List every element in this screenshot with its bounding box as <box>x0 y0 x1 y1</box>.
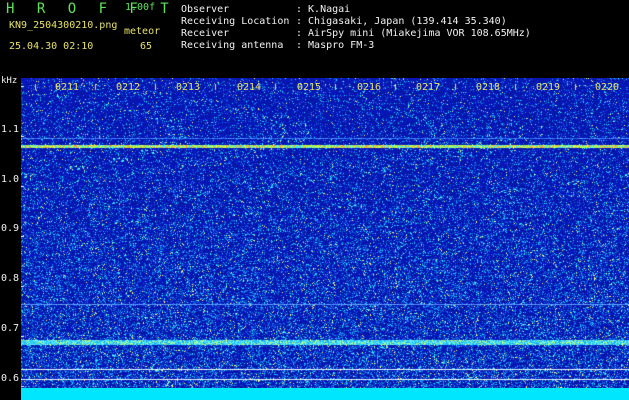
x-tick-label: 0216 <box>357 82 382 93</box>
x-tick-label: 0219 <box>536 82 561 93</box>
x-tick-label: 0217 <box>416 82 441 93</box>
timestamp-label: 25.04.30 02:10 <box>9 41 94 52</box>
observer-key: Observer <box>181 4 230 15</box>
spectrogram <box>21 78 629 400</box>
y-tick-label: 0.7 <box>1 323 20 334</box>
location-key: Receiving Location <box>181 16 290 27</box>
receiver-value: : AirSpy mini (Miakejima VOR 108.65MHz) <box>296 28 531 39</box>
location-value: : Chigasaki, Japan (139.414 35.340) <box>296 16 507 27</box>
x-tick-label: 0213 <box>176 82 201 93</box>
x-tick-label: 0214 <box>237 82 262 93</box>
x-tick-label: 0211 <box>55 82 80 93</box>
bottom-band <box>21 388 629 400</box>
y-tick-label: 0.8 <box>1 273 20 284</box>
x-tick-label: 0218 <box>476 82 501 93</box>
meteor-count: 65 <box>140 41 153 52</box>
observer-value: : K.Nagai <box>296 4 351 15</box>
y-tick-label: 1.1 <box>1 124 20 135</box>
x-tick-label: 0212 <box>116 82 141 93</box>
y-tick-label: 0.6 <box>1 373 20 384</box>
antenna-key: Receiving antenna <box>181 40 284 51</box>
header-panel: H R O F F T 1.00f KN9_2504300210.png met… <box>0 0 629 78</box>
x-tick-label: 0215 <box>297 82 322 93</box>
axis-unit-label: kHz <box>1 76 18 86</box>
antenna-value: : Maspro FM-3 <box>296 40 375 51</box>
filename-label: KN9_2504300210.png <box>9 20 118 31</box>
meteor-label: meteor <box>124 26 161 37</box>
version-label: 1.00f <box>125 2 156 13</box>
spectrogram-canvas <box>21 78 629 400</box>
receiver-key: Receiver <box>181 28 230 39</box>
x-tick-label: 0220 <box>595 82 620 93</box>
y-tick-label: 1.0 <box>1 174 20 185</box>
y-tick-label: 0.9 <box>1 223 20 234</box>
